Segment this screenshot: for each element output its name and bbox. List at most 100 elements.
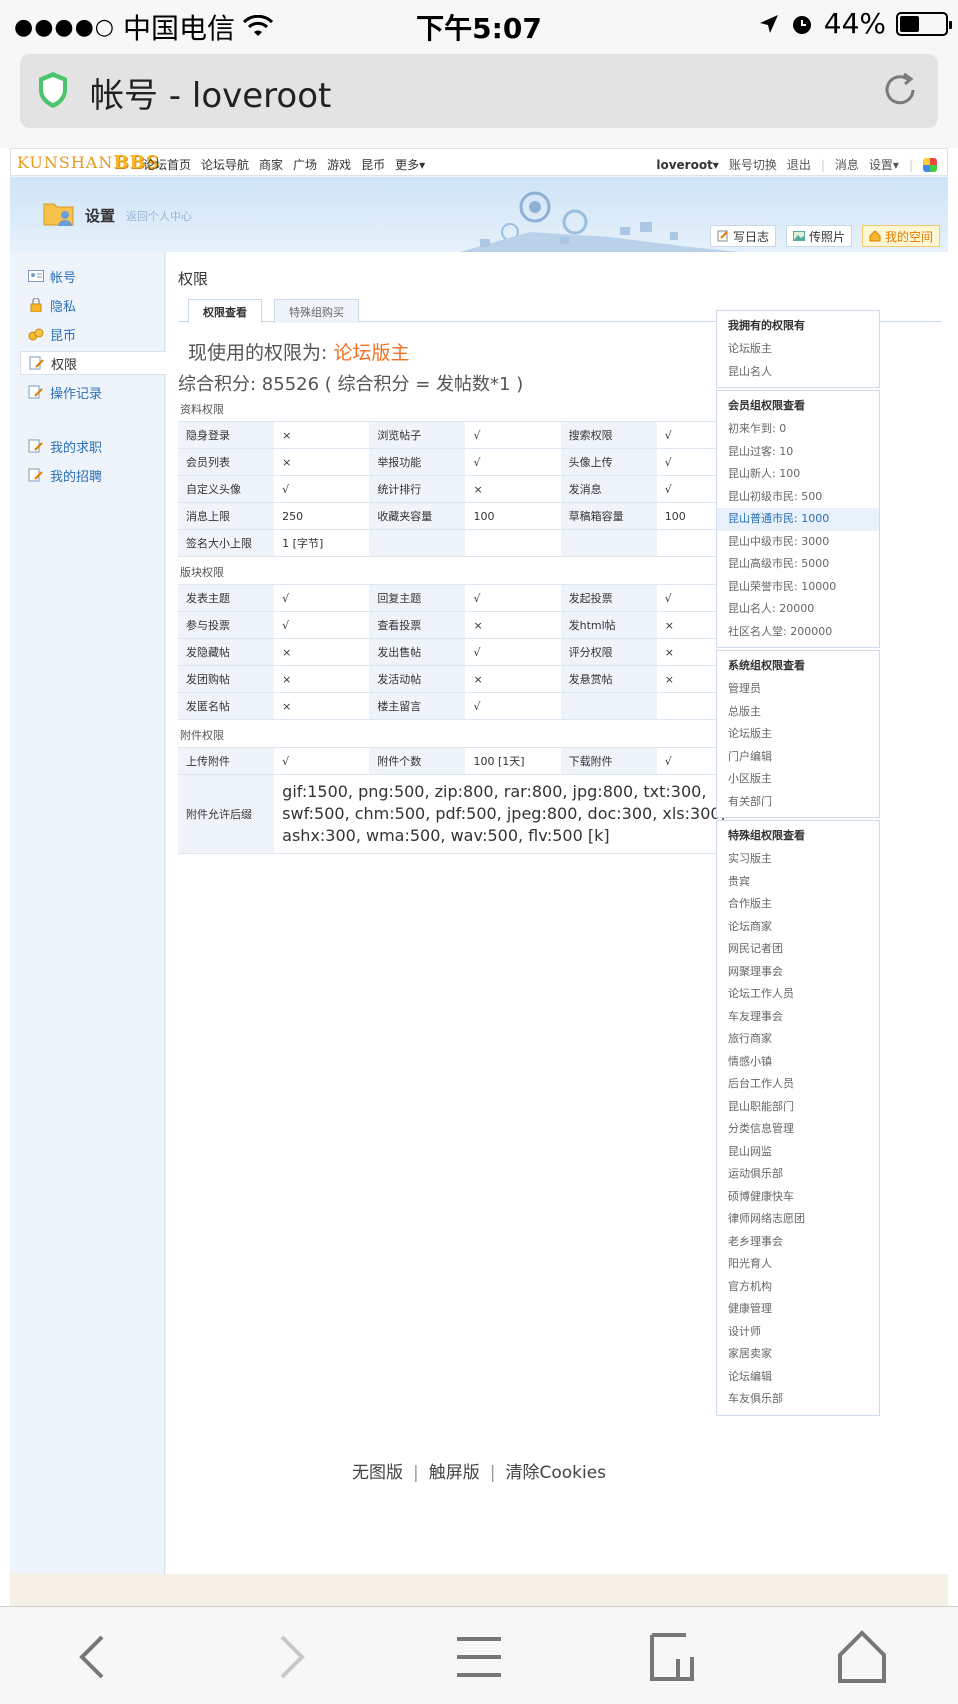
- footer-link-touch[interactable]: 触屏版: [429, 1463, 480, 1483]
- group-item[interactable]: 管理员: [717, 678, 879, 701]
- tab-view-permissions[interactable]: 权限查看: [188, 299, 262, 323]
- sidebar-item-account[interactable]: 帐号: [28, 264, 76, 288]
- write-blog-button[interactable]: 写日志: [710, 225, 777, 247]
- group-item[interactable]: 昆山过客: 10: [717, 441, 879, 464]
- group-item[interactable]: 昆山名人: 20000: [717, 598, 879, 621]
- nav-link-1[interactable]: 论坛导航: [201, 156, 249, 173]
- group-item[interactable]: 总版主: [717, 701, 879, 724]
- group-item[interactable]: 昆山新人: 100: [717, 463, 879, 486]
- my-space-button[interactable]: 我的空间: [862, 225, 941, 247]
- group-item[interactable]: 合作版主: [717, 893, 879, 916]
- table-cell-value: √: [465, 692, 561, 720]
- group-item[interactable]: 运动俱乐部: [717, 1163, 879, 1186]
- tabs-icon[interactable]: [644, 1629, 700, 1685]
- sidebar-item-permissions[interactable]: 权限: [20, 351, 166, 375]
- group-item[interactable]: 车友理事会: [717, 1006, 879, 1029]
- section-label-forum: 版块权限: [180, 566, 224, 579]
- back-icon[interactable]: [68, 1629, 124, 1685]
- group-item[interactable]: 昆山高级市民: 5000: [717, 553, 879, 576]
- group-item[interactable]: 昆山网监: [717, 1141, 879, 1164]
- footer-link-clear-cookies[interactable]: 清除Cookies: [505, 1463, 606, 1483]
- footer-link-no-images[interactable]: 无图版: [352, 1463, 403, 1483]
- group-item[interactable]: 门户编辑: [717, 746, 879, 769]
- group-item[interactable]: 论坛版主: [717, 723, 879, 746]
- table-row: 自定义头像 √ 统计排行 × 发消息 √: [178, 475, 752, 503]
- group-item[interactable]: 实习版主: [717, 848, 879, 871]
- section-heading: 权限: [178, 270, 209, 288]
- page-footer-bg: [10, 1574, 948, 1606]
- group-item[interactable]: 论坛商家: [717, 916, 879, 939]
- table-cell-key: [560, 529, 657, 557]
- group-item[interactable]: 论坛版主: [717, 338, 879, 361]
- group-item[interactable]: 硕博健康快车: [717, 1186, 879, 1209]
- user-menu[interactable]: loveroot▾: [656, 158, 718, 172]
- group-item[interactable]: 家居卖家: [717, 1343, 879, 1366]
- site-logo[interactable]: KUNSHANBBS: [17, 152, 160, 173]
- group-item[interactable]: 贵宾: [717, 871, 879, 894]
- group-item[interactable]: 情感小镇: [717, 1051, 879, 1074]
- table-cell-key: 附件允许后缀: [178, 774, 275, 854]
- group-item[interactable]: 有关部门: [717, 791, 879, 814]
- menu-icon[interactable]: [451, 1629, 507, 1685]
- group-item[interactable]: 小区版主: [717, 768, 879, 791]
- group-item[interactable]: 昆山荣誉市民: 10000: [717, 576, 879, 599]
- group-item[interactable]: 昆山普通市民: 1000: [717, 508, 879, 531]
- group-item[interactable]: 社区名人堂: 200000: [717, 621, 879, 644]
- group-item[interactable]: 后台工作人员: [717, 1073, 879, 1096]
- table-cell-value: 100 [1天]: [465, 747, 561, 775]
- group-item[interactable]: 网聚理事会: [717, 961, 879, 984]
- group-item[interactable]: 昆山职能部门: [717, 1096, 879, 1119]
- settings-title: 设置: [85, 207, 116, 225]
- table-row: 发团购帖 × 发活动帖 × 发悬赏帖 ×: [178, 665, 752, 693]
- nav-link-5[interactable]: 昆币: [361, 156, 385, 173]
- group-item[interactable]: 分类信息管理: [717, 1118, 879, 1141]
- table-row: 上传附件 √ 附件个数 100 [1天] 下载附件 √: [178, 747, 752, 775]
- sidebar-item-privacy[interactable]: 隐私: [28, 293, 76, 317]
- theme-switch-icon[interactable]: [923, 157, 937, 172]
- group-item[interactable]: 昆山初级市民: 500: [717, 486, 879, 509]
- panel-title: 我拥有的权限有: [728, 319, 805, 332]
- group-item[interactable]: 昆山名人: [717, 361, 879, 384]
- reload-icon[interactable]: [880, 70, 920, 110]
- forward-icon[interactable]: [262, 1629, 318, 1685]
- group-item[interactable]: 论坛编辑: [717, 1366, 879, 1389]
- table-cell-key: 回复主题: [369, 584, 466, 612]
- group-item[interactable]: 初来乍到: 0: [717, 418, 879, 441]
- nav-settings[interactable]: 设置▾: [869, 156, 899, 173]
- group-item[interactable]: 旅行商家: [717, 1028, 879, 1051]
- page-title: 帐号 - loveroot: [90, 76, 332, 116]
- sidebar-item-activity-log[interactable]: 操作记录: [28, 380, 102, 404]
- current-permission: 现使用的权限为: 论坛版主: [188, 342, 410, 364]
- upload-photo-button[interactable]: 传照片: [786, 225, 853, 247]
- group-item[interactable]: 设计师: [717, 1321, 879, 1344]
- group-item[interactable]: 健康管理: [717, 1298, 879, 1321]
- group-item[interactable]: 网民记者团: [717, 938, 879, 961]
- nav-switch-account[interactable]: 账号切换: [729, 156, 777, 173]
- sidebar-item-recruiting[interactable]: 我的招聘: [28, 463, 102, 487]
- nav-link-3[interactable]: 广场: [293, 156, 317, 173]
- group-item[interactable]: 律师网络志愿团: [717, 1208, 879, 1231]
- table-cell-key: 发隐藏帖: [178, 638, 275, 666]
- group-item[interactable]: 官方机构: [717, 1276, 879, 1299]
- group-item[interactable]: 老乡理事会: [717, 1231, 879, 1254]
- group-item[interactable]: 车友俱乐部: [717, 1388, 879, 1411]
- nav-link-6[interactable]: 更多▾: [395, 156, 425, 173]
- sidebar-item-job-seeking[interactable]: 我的求职: [28, 434, 102, 458]
- table-cell-key: 发消息: [560, 475, 657, 503]
- forum-permissions-table: 发表主题 √ 回复主题 √ 发起投票 √ 参与投票 √ 查看投票 × 发html帖 × 发隐藏帖 × 发出售…: [178, 584, 752, 720]
- nav-link-4[interactable]: 游戏: [327, 156, 351, 173]
- sidebar-item-coins[interactable]: 昆币: [28, 322, 76, 346]
- back-to-profile-link[interactable]: 返回个人中心: [126, 208, 192, 224]
- home-icon[interactable]: [834, 1629, 890, 1685]
- tab-buy-special-group[interactable]: 特殊组购买: [274, 299, 359, 323]
- nav-messages[interactable]: 消息: [835, 156, 859, 173]
- table-cell-key: 发html帖: [560, 611, 657, 639]
- nav-link-2[interactable]: 商家: [259, 156, 283, 173]
- address-bar[interactable]: 帐号 - loveroot: [20, 54, 938, 128]
- document-edit-icon: [28, 439, 43, 453]
- nav-logout[interactable]: 退出: [787, 156, 811, 173]
- group-item[interactable]: 昆山中级市民: 3000: [717, 531, 879, 554]
- nav-link-0[interactable]: 论坛首页: [143, 156, 191, 173]
- group-item[interactable]: 论坛工作人员: [717, 983, 879, 1006]
- group-item[interactable]: 阳光育人: [717, 1253, 879, 1276]
